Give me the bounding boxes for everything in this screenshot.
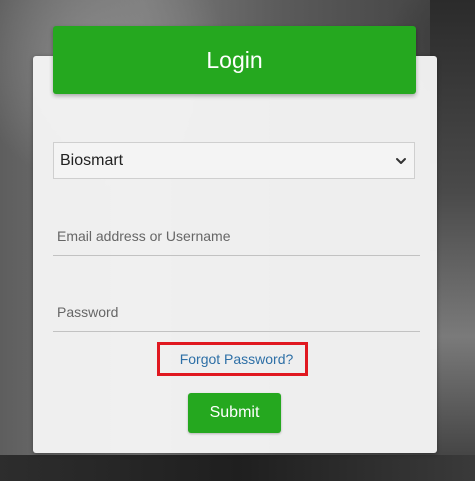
background-photo-bottom xyxy=(0,455,475,481)
email-field xyxy=(53,216,420,256)
organization-select-value: Biosmart xyxy=(60,151,124,169)
page-title: Login xyxy=(206,46,263,73)
email-input[interactable] xyxy=(53,216,420,255)
submit-button[interactable]: Submit xyxy=(188,393,281,433)
password-input[interactable] xyxy=(53,292,420,331)
forgot-password-highlight: Forgot Password? xyxy=(157,342,308,376)
chevron-down-icon xyxy=(396,157,406,164)
login-header: Login xyxy=(53,26,416,94)
password-field xyxy=(53,292,420,332)
forgot-password-link[interactable]: Forgot Password? xyxy=(172,351,294,367)
organization-select[interactable]: Biosmart xyxy=(53,142,415,179)
